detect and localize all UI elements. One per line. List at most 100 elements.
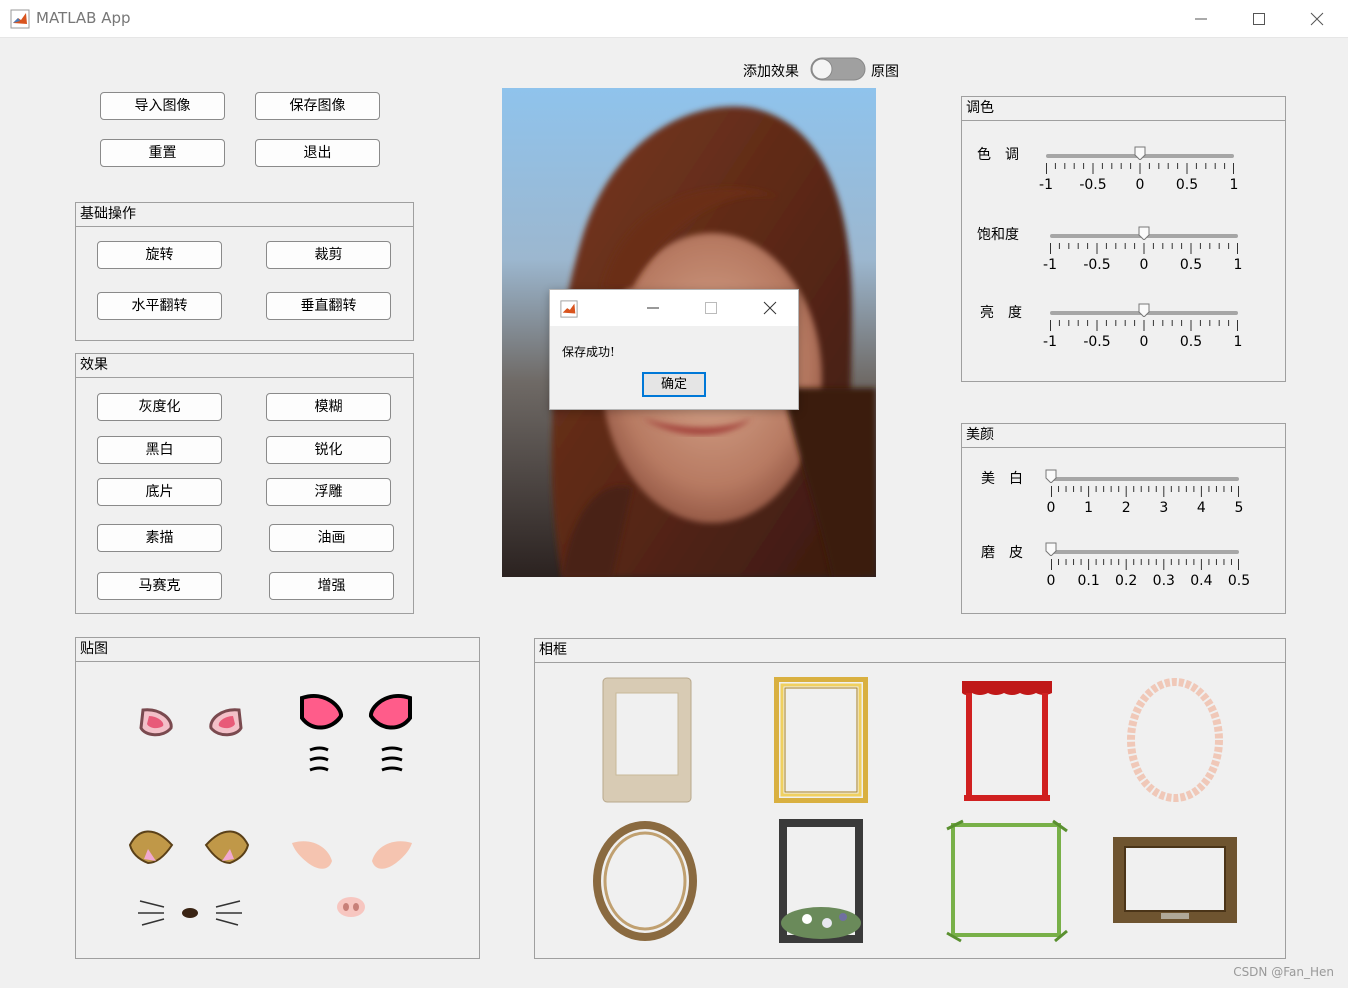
slider-tick-label: 0.1 (1077, 573, 1100, 589)
maximize-icon (1253, 13, 1265, 25)
wooden-frame[interactable] (1111, 835, 1239, 925)
reset-button[interactable]: 重置 (100, 139, 225, 167)
slider-track[interactable] (1051, 550, 1239, 554)
black-white-button[interactable]: 黑白 (97, 436, 222, 464)
grayscale-button[interactable]: 灰度化 (97, 393, 222, 421)
slider-ticks (1051, 486, 1239, 497)
exit-button[interactable]: 退出 (255, 139, 380, 167)
panel-title: 相框 (535, 639, 1285, 663)
slider-thumb[interactable] (1138, 303, 1150, 317)
slider-tick-label: 0 (1135, 177, 1145, 193)
panel-title: 基础操作 (76, 203, 413, 227)
slider-thumb[interactable] (1138, 226, 1150, 240)
slider-thumb[interactable] (1045, 542, 1057, 556)
toggle-label-effect: 添加效果 (743, 64, 799, 80)
color-adjust-panel: 调色 色 调 -1 -0.5 0 0.5 1 饱和度 -1 -0.5 0 0.5 1 亮 度 -… (961, 96, 1286, 382)
slider-tick-label: -0.5 (1079, 177, 1107, 193)
mosaic-button[interactable]: 马赛克 (97, 572, 222, 600)
slider-tick-label: 0 (1046, 573, 1056, 589)
dialog-message: 保存成功! (562, 345, 615, 359)
bamboo-frame[interactable] (943, 819, 1069, 943)
oil-painting-button[interactable]: 油画 (269, 524, 394, 552)
slider-tick-label: -1 (1039, 177, 1053, 193)
vintage-paper-frame[interactable] (602, 677, 692, 803)
close-icon (1310, 12, 1324, 26)
hue-label: 色 调 (977, 147, 1019, 163)
slider-tick-label: -1 (1043, 334, 1057, 350)
slider-tick-label: 5 (1234, 500, 1244, 516)
hue-slider[interactable]: -1 -0.5 0 0.5 1 (1039, 146, 1238, 193)
frames-panel: 相框 (534, 638, 1286, 959)
slider-tick-label: 3 (1159, 500, 1169, 516)
stickers-panel: 贴图 (75, 637, 480, 959)
toggle-label-original: 原图 (871, 64, 899, 80)
import-image-button[interactable]: 导入图像 (100, 92, 225, 120)
red-curtain-frame[interactable] (960, 677, 1054, 803)
slider-thumb[interactable] (1134, 146, 1146, 160)
close-button[interactable] (1288, 0, 1346, 38)
sketch-button[interactable]: 素描 (97, 524, 222, 552)
slider-tick-label: 0.5 (1179, 334, 1203, 350)
basic-operations-panel: 基础操作 旋转 裁剪 水平翻转 垂直翻转 (75, 202, 414, 341)
slider-tick-label: -0.5 (1083, 334, 1111, 350)
rotate-button[interactable]: 旋转 (97, 241, 222, 269)
slider-track[interactable] (1051, 477, 1239, 481)
brightness-slider[interactable]: -1 -0.5 0 0.5 1 (1043, 303, 1242, 350)
slider-tick-label: -1 (1043, 257, 1057, 273)
smooth-skin-label: 磨 皮 (981, 545, 1023, 561)
bronze-oval-frame[interactable] (593, 821, 697, 941)
dog-ears-whiskers-sticker[interactable] (126, 825, 256, 935)
cat-ears-whiskers-sticker[interactable] (296, 690, 416, 782)
slider-tick-label: 0 (1046, 500, 1056, 516)
slider-tick-label: 0.4 (1190, 573, 1213, 589)
vertical-flip-button[interactable]: 垂直翻转 (266, 292, 391, 320)
slider-tick-label: 0 (1139, 257, 1149, 273)
matlab-icon (560, 300, 578, 318)
slider-thumb[interactable] (1045, 469, 1057, 483)
watermark: CSDN @Fan_Hen (1233, 965, 1334, 979)
slider-tick-label: 1 (1233, 257, 1243, 273)
ok-button[interactable]: 确定 (642, 372, 706, 397)
sharpen-button[interactable]: 锐化 (266, 436, 391, 464)
panel-title: 美颜 (962, 424, 1285, 448)
whiten-slider[interactable]: 0 1 2 3 4 5 (1045, 469, 1243, 516)
slider-ticks (1046, 163, 1234, 174)
window-title: MATLAB App (36, 9, 131, 27)
negative-button[interactable]: 底片 (97, 478, 222, 506)
slider-tick-label: 1 (1229, 177, 1239, 193)
dialog-title-bar (550, 290, 798, 326)
gold-ornate-frame[interactable] (774, 677, 868, 803)
maximize-icon (705, 302, 717, 314)
slider-tick-label: 4 (1196, 500, 1206, 516)
slider-tick-label: 0.5 (1179, 257, 1203, 273)
effects-panel: 效果 灰度化 模糊 黑白 锐化 底片 浮雕 素描 油画 马赛克 增强 (75, 353, 414, 614)
slider-tick-label: 2 (1121, 500, 1131, 516)
effect-toggle-switch[interactable] (810, 57, 866, 81)
smooth-skin-slider[interactable]: 0 0.1 0.2 0.3 0.4 0.5 (1045, 542, 1250, 589)
dark-flower-frame[interactable] (777, 819, 865, 943)
pink-oval-lace-frame[interactable] (1125, 675, 1225, 805)
slider-tick-label: 1 (1233, 334, 1243, 350)
panel-title: 效果 (76, 354, 413, 378)
save-image-button[interactable]: 保存图像 (255, 92, 380, 120)
emboss-button[interactable]: 浮雕 (266, 478, 391, 506)
saturation-slider[interactable]: -1 -0.5 0 0.5 1 (1043, 226, 1242, 273)
minimize-icon (1195, 18, 1207, 20)
small-cat-ears-sticker[interactable] (131, 698, 251, 748)
blur-button[interactable]: 模糊 (266, 393, 391, 421)
enhance-button[interactable]: 增强 (269, 572, 394, 600)
toggle-switch-graphic (810, 57, 866, 81)
slider-tick-label: 1 (1084, 500, 1094, 516)
crop-button[interactable]: 裁剪 (266, 241, 391, 269)
maximize-button[interactable] (1230, 0, 1288, 38)
horizontal-flip-button[interactable]: 水平翻转 (97, 292, 222, 320)
minimize-icon[interactable] (647, 302, 659, 314)
pig-ears-nose-sticker[interactable] (288, 835, 418, 925)
minimize-button[interactable] (1172, 0, 1230, 38)
slider-tick-label: -0.5 (1083, 257, 1111, 273)
beauty-panel: 美颜 美 白 0 1 2 3 4 5 磨 皮 0 0.1 0.2 0.3 0.4 0.5 (961, 423, 1286, 614)
matlab-icon (10, 9, 30, 29)
saturation-label: 饱和度 (977, 227, 1019, 243)
close-icon[interactable] (763, 301, 777, 315)
whiten-label: 美 白 (981, 471, 1023, 487)
